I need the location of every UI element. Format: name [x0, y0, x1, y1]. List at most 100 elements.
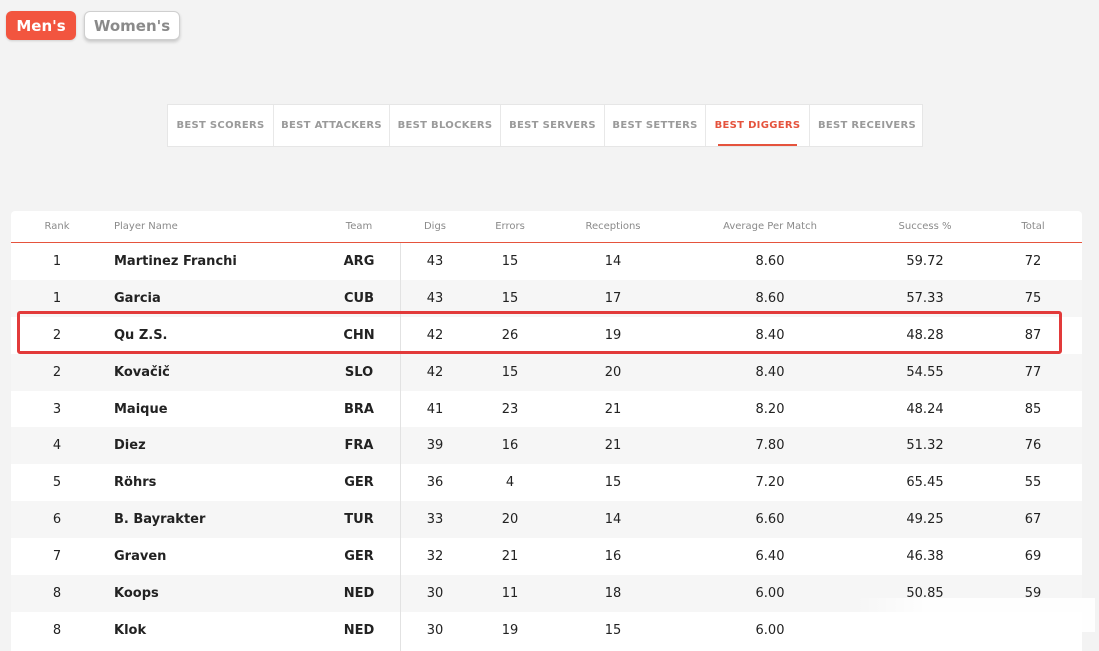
womens-button[interactable]: Women's: [84, 11, 180, 40]
cell-team: NED: [343, 585, 375, 601]
cell-receptions: 19: [604, 327, 622, 343]
cell-digs: 43: [426, 253, 444, 269]
cell-total: 85: [1024, 401, 1042, 417]
stats-category-tabs: BEST SCORERS BEST ATTACKERS BEST BLOCKER…: [167, 104, 923, 147]
table-row[interactable]: 2 Qu Z.S. CHN 42 26 19 8.40 48.28 87: [11, 317, 1082, 354]
cell-player-name: Qu Z.S.: [114, 327, 168, 343]
table-row[interactable]: 8 Koops NED 30 11 18 6.00 50.85 59: [11, 575, 1082, 612]
cell-errors: 15: [501, 253, 519, 269]
cell-errors: 16: [501, 438, 519, 454]
cell-errors: 19: [501, 622, 519, 638]
header-team[interactable]: Team: [346, 211, 372, 242]
cell-errors: 26: [501, 327, 519, 343]
table-body: 1 Martinez Franchi ARG 43 15 14 8.60 59.72 72 1 Ga…: [11, 243, 1082, 649]
cell-team: SLO: [344, 364, 374, 380]
tab-best-diggers[interactable]: BEST DIGGERS: [706, 105, 810, 146]
cell-success-percent: 49.25: [906, 512, 944, 528]
tab-label: BEST BLOCKERS: [397, 120, 493, 131]
cell-digs: 42: [426, 364, 444, 380]
cell-average-per-match: 8.40: [755, 364, 785, 380]
cell-team: BRA: [344, 401, 374, 417]
tab-label: BEST ATTACKERS: [281, 120, 382, 131]
cell-errors: 11: [501, 585, 519, 601]
cell-player-name: Kovačič: [114, 364, 170, 380]
cell-receptions: 16: [604, 549, 622, 565]
table-row[interactable]: 4 Diez FRA 39 16 21 7.80 51.32 76: [11, 427, 1082, 465]
cell-team: FRA: [344, 438, 374, 454]
table-header: Rank Player Name Team Digs Errors Recept…: [11, 211, 1082, 243]
cell-average-per-match: 7.20: [755, 475, 785, 491]
cell-average-per-match: 6.00: [755, 585, 785, 601]
cell-total: 55: [1024, 475, 1042, 491]
table-row[interactable]: 6 B. Bayrakter TUR 33 20 14 6.60 49.25 67: [11, 501, 1082, 539]
tab-label: BEST SETTERS: [612, 120, 698, 131]
cell-player-name: B. Bayrakter: [114, 512, 206, 528]
table-row[interactable]: 2 Kovačič SLO 42 15 20 8.40 54.55 77: [11, 353, 1082, 391]
cell-receptions: 20: [604, 364, 622, 380]
header-success-percent[interactable]: Success %: [899, 211, 952, 242]
cell-errors: 20: [501, 512, 519, 528]
table-row[interactable]: 7 Graven GER 32 21 16 6.40 46.38 69: [11, 538, 1082, 575]
cell-total: 87: [1024, 327, 1042, 343]
cell-errors: 15: [501, 364, 519, 380]
table-row[interactable]: 3 Maique BRA 41 23 21 8.20 48.24 85: [11, 391, 1082, 428]
table-row[interactable]: 1 Martinez Franchi ARG 43 15 14 8.60 59.72 72: [11, 243, 1082, 280]
header-rank[interactable]: Rank: [45, 211, 70, 242]
header-receptions[interactable]: Receptions: [585, 211, 640, 242]
cell-errors: 15: [501, 290, 519, 306]
cell-team: NED: [343, 622, 375, 638]
mens-button[interactable]: Men's: [6, 11, 76, 40]
cell-success-percent: 48.28: [906, 327, 944, 343]
tab-best-receivers[interactable]: BEST RECEIVERS: [810, 105, 924, 146]
cell-total: 75: [1024, 290, 1042, 306]
cell-rank: 7: [52, 549, 62, 565]
table-row[interactable]: 8 Klok NED 30 19 15 6.00: [11, 612, 1082, 649]
cell-success-percent: 50.85: [906, 585, 944, 601]
header-total[interactable]: Total: [1021, 211, 1044, 242]
tab-best-scorers[interactable]: BEST SCORERS: [168, 105, 274, 146]
cell-team: CUB: [343, 290, 375, 306]
cell-receptions: 17: [604, 290, 622, 306]
tab-best-attackers[interactable]: BEST ATTACKERS: [274, 105, 390, 146]
gender-toggle: Men's Women's: [6, 11, 180, 40]
cell-errors: 23: [501, 401, 519, 417]
cell-success-percent: 54.55: [906, 364, 944, 380]
cell-rank: 5: [52, 475, 62, 491]
cell-rank: 2: [52, 364, 62, 380]
cell-average-per-match: 6.00: [755, 622, 785, 638]
cell-receptions: 15: [604, 475, 622, 491]
cell-rank: 4: [52, 438, 62, 454]
header-errors[interactable]: Errors: [495, 211, 525, 242]
header-digs[interactable]: Digs: [424, 211, 446, 242]
cell-rank: 8: [52, 622, 62, 638]
tab-label: BEST SERVERS: [509, 120, 596, 131]
tab-best-servers[interactable]: BEST SERVERS: [501, 105, 605, 146]
cell-player-name: Röhrs: [114, 475, 157, 491]
cell-digs: 43: [426, 290, 444, 306]
best-diggers-table: Rank Player Name Team Digs Errors Recept…: [11, 211, 1082, 651]
cell-average-per-match: 6.60: [755, 512, 785, 528]
header-average-per-match[interactable]: Average Per Match: [723, 211, 817, 242]
cell-rank: 3: [52, 401, 62, 417]
tab-best-setters[interactable]: BEST SETTERS: [605, 105, 706, 146]
cell-player-name: Klok: [114, 622, 147, 638]
cell-digs: 39: [426, 438, 444, 454]
table-row[interactable]: 1 Garcia CUB 43 15 17 8.60 57.33 75: [11, 279, 1082, 317]
cell-success-percent: 57.33: [906, 290, 944, 306]
cell-digs: 36: [426, 475, 444, 491]
cell-success-percent: 46.38: [906, 549, 944, 565]
cell-success-percent: 51.32: [906, 438, 944, 454]
cell-total: 69: [1024, 549, 1042, 565]
cell-team: ARG: [343, 253, 375, 269]
active-tab-underline: [718, 144, 797, 146]
cell-team: GER: [344, 475, 374, 491]
table-row[interactable]: 5 Röhrs GER 36 4 15 7.20 65.45 55: [11, 464, 1082, 501]
cell-player-name: Koops: [114, 585, 159, 601]
header-player-name[interactable]: Player Name: [114, 211, 178, 242]
tab-best-blockers[interactable]: BEST BLOCKERS: [390, 105, 501, 146]
cell-receptions: 21: [604, 401, 622, 417]
cell-team: TUR: [344, 512, 374, 528]
cell-rank: 8: [52, 585, 62, 601]
cell-team: GER: [344, 549, 374, 565]
cell-receptions: 21: [604, 438, 622, 454]
